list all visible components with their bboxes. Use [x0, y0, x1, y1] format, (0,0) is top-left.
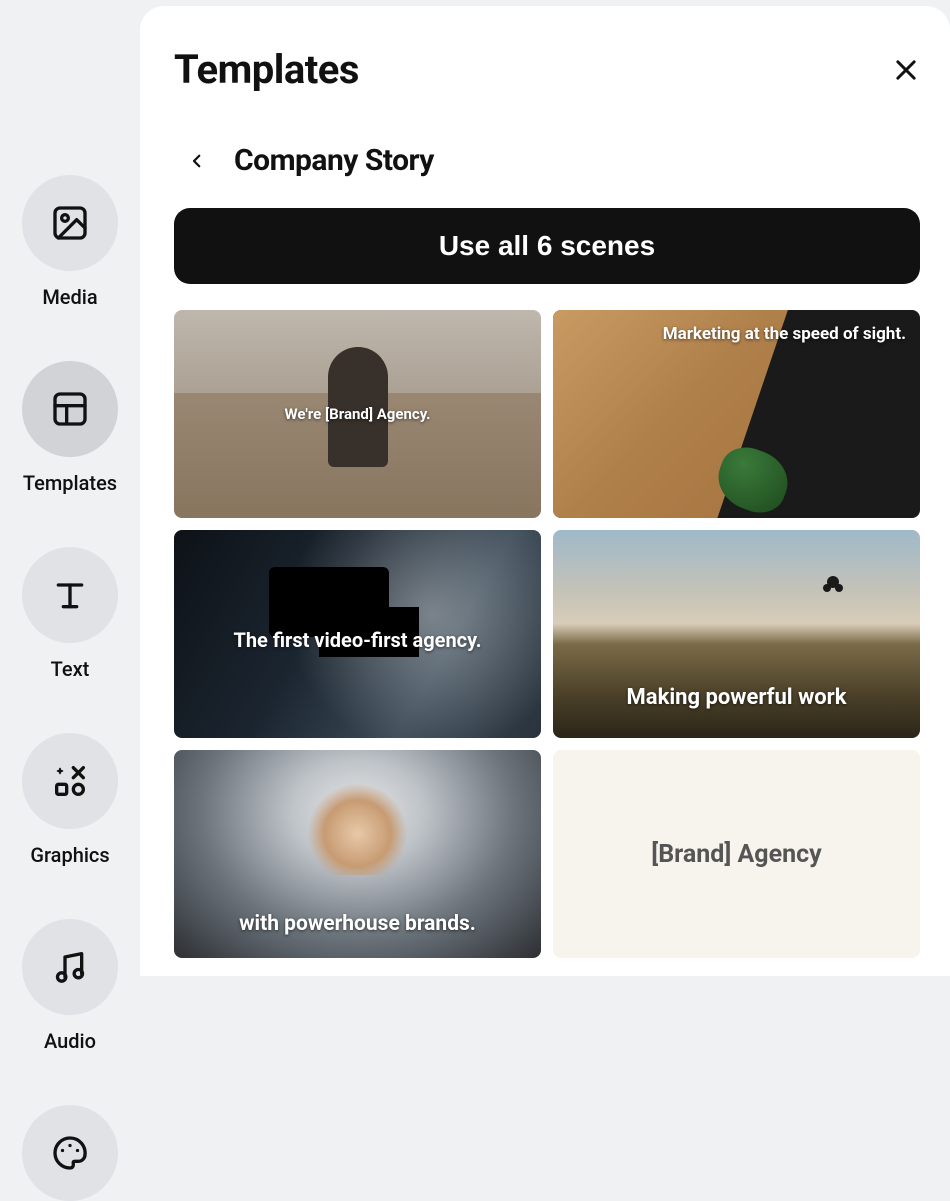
- sub-title: Company Story: [234, 143, 434, 178]
- scene-thumbnail[interactable]: with powerhouse brands.: [174, 750, 541, 958]
- audio-icon: [22, 919, 118, 1015]
- scene-thumbnail[interactable]: [Brand] Agency: [553, 750, 920, 958]
- scenes-grid: We're [Brand] Agency. Marketing at the s…: [174, 310, 920, 958]
- templates-panel: Templates Company Story Use all 6 scenes…: [140, 6, 950, 976]
- text-icon: [22, 547, 118, 643]
- panel-header: Templates: [174, 46, 920, 93]
- sidebar-item-label: Media: [42, 285, 97, 309]
- scene-caption: Marketing at the speed of sight.: [663, 324, 906, 344]
- sidebar-item-templates[interactable]: Templates: [22, 361, 118, 495]
- sidebar-item-label: Text: [51, 657, 90, 681]
- scene-caption: [Brand] Agency: [651, 840, 821, 869]
- sidebar-item-label: Templates: [23, 471, 117, 495]
- sidebar: Media Templates Text Graphics Audio: [0, 0, 140, 976]
- graphics-icon: [22, 733, 118, 829]
- use-all-scenes-button[interactable]: Use all 6 scenes: [174, 208, 920, 284]
- sidebar-item-graphics[interactable]: Graphics: [22, 733, 118, 867]
- sidebar-item-audio[interactable]: Audio: [22, 919, 118, 1053]
- sidebar-item-text[interactable]: Text: [22, 547, 118, 681]
- sub-header: Company Story: [174, 143, 920, 178]
- close-button[interactable]: [892, 56, 920, 84]
- scene-thumbnail[interactable]: We're [Brand] Agency.: [174, 310, 541, 518]
- panel-title: Templates: [174, 46, 359, 93]
- back-button[interactable]: [188, 152, 206, 170]
- scene-thumbnail[interactable]: Making powerful work: [553, 530, 920, 738]
- scene-caption: with powerhouse brands.: [174, 912, 541, 936]
- media-icon: [22, 175, 118, 271]
- scene-caption: We're [Brand] Agency.: [174, 405, 541, 423]
- sidebar-item-styles[interactable]: [22, 1105, 118, 1201]
- templates-icon: [22, 361, 118, 457]
- scene-thumbnail[interactable]: The first video-first agency.: [174, 530, 541, 738]
- sidebar-item-label: Audio: [44, 1029, 96, 1053]
- scene-caption: The first video-first agency.: [174, 628, 541, 652]
- palette-icon: [22, 1105, 118, 1201]
- scene-caption: Making powerful work: [553, 685, 920, 710]
- scene-thumbnail[interactable]: Marketing at the speed of sight.: [553, 310, 920, 518]
- sidebar-item-label: Graphics: [30, 843, 109, 867]
- sidebar-item-media[interactable]: Media: [22, 175, 118, 309]
